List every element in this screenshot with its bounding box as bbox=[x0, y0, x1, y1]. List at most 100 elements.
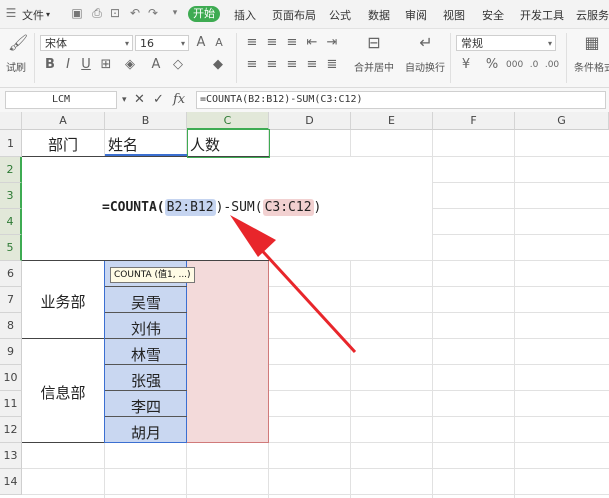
decimal-increase-icon[interactable]: .0 bbox=[526, 57, 542, 73]
formula-input[interactable]: =COUNTA(B2:B12)-SUM(C3:C12) bbox=[196, 91, 606, 109]
cell-name[interactable]: 胡月 bbox=[105, 422, 187, 443]
formula-bar: LCM ▾ ✕ ✓ fx =COUNTA(B2:B12)-SUM(C3:C12) bbox=[0, 88, 609, 113]
cell-name[interactable]: 林雪 bbox=[105, 344, 187, 365]
thousands-icon[interactable]: 000 bbox=[506, 57, 523, 73]
align-center-icon[interactable]: ≡ bbox=[264, 57, 280, 73]
row-header-14[interactable]: 14 bbox=[0, 469, 22, 495]
format-painter-label[interactable]: 试刷 bbox=[6, 59, 26, 74]
column-header-e[interactable]: E bbox=[351, 112, 433, 130]
column-header-b[interactable]: B bbox=[105, 112, 187, 130]
percent-icon[interactable]: % bbox=[484, 57, 500, 73]
indent-decrease-icon[interactable]: ⇤ bbox=[304, 35, 320, 51]
name-box-chevron-icon[interactable]: ▾ bbox=[122, 92, 127, 108]
decrease-font-icon[interactable]: A bbox=[211, 35, 227, 51]
align-middle-icon[interactable]: ≡ bbox=[264, 35, 280, 51]
save-icon[interactable]: ▣ bbox=[70, 6, 84, 20]
tab-developer[interactable]: 开发工具 bbox=[520, 7, 564, 23]
cell-b1[interactable]: 姓名 bbox=[108, 134, 138, 155]
quick-access-chevron-icon[interactable]: ▾ bbox=[168, 6, 182, 20]
align-right-icon[interactable]: ≡ bbox=[284, 57, 300, 73]
tab-page-layout[interactable]: 页面布局 bbox=[272, 7, 316, 23]
font-color-icon[interactable]: A bbox=[148, 57, 164, 73]
distribute-icon[interactable]: ≣ bbox=[324, 57, 340, 73]
cell-department[interactable]: 信息部 bbox=[22, 382, 104, 403]
formula-prefix: =COUNTA( bbox=[102, 200, 165, 215]
ribbon-divider bbox=[450, 33, 451, 83]
clear-icon[interactable]: ◇ bbox=[170, 57, 186, 73]
row-header-1[interactable]: 1 bbox=[0, 130, 22, 157]
insert-function-icon[interactable]: fx bbox=[173, 92, 185, 108]
print-icon[interactable]: ⎙ bbox=[90, 6, 104, 20]
bold-icon[interactable]: B bbox=[42, 57, 58, 73]
row-header-5[interactable]: 5 bbox=[0, 235, 22, 261]
file-menu-chevron-icon[interactable]: ▾ bbox=[46, 10, 50, 19]
gridline bbox=[104, 443, 105, 498]
merge-center-icon[interactable]: ⊟ bbox=[366, 35, 382, 51]
conditional-format-label[interactable]: 条件格式 bbox=[574, 59, 609, 74]
row-header-9[interactable]: 9 bbox=[0, 339, 22, 365]
column-header-f[interactable]: F bbox=[433, 112, 515, 130]
row-header-10[interactable]: 10 bbox=[0, 365, 22, 391]
in-cell-formula[interactable]: =COUNTA(B2:B12)-SUM(C3:C12) bbox=[102, 199, 321, 216]
merge-center-label[interactable]: 合并居中 bbox=[354, 59, 394, 74]
row-header-4[interactable]: 4 bbox=[0, 209, 22, 235]
menu-icon[interactable]: ☰ bbox=[4, 6, 18, 20]
increase-font-icon[interactable]: A bbox=[193, 35, 209, 51]
italic-icon[interactable]: I bbox=[60, 57, 76, 73]
align-left-icon[interactable]: ≡ bbox=[244, 57, 260, 73]
wrap-text-icon[interactable]: ↵ bbox=[418, 35, 434, 51]
row-header-2[interactable]: 2 bbox=[0, 157, 22, 183]
wrap-text-label[interactable]: 自动换行 bbox=[405, 59, 445, 74]
cancel-icon[interactable]: ✕ bbox=[134, 92, 145, 108]
row-header-6[interactable]: 6 bbox=[0, 261, 22, 287]
currency-icon[interactable]: ¥ bbox=[458, 57, 474, 73]
tab-start[interactable]: 开始 bbox=[188, 6, 220, 22]
cell-name[interactable]: 刘伟 bbox=[105, 318, 187, 339]
confirm-icon[interactable]: ✓ bbox=[153, 92, 164, 108]
border-icon[interactable]: ⊞ bbox=[98, 57, 114, 73]
row-header-3[interactable]: 3 bbox=[0, 183, 22, 209]
tab-view[interactable]: 视图 bbox=[443, 7, 465, 23]
conditional-format-icon[interactable]: ▦ bbox=[584, 35, 600, 51]
tab-review[interactable]: 审阅 bbox=[405, 7, 427, 23]
select-all-corner[interactable] bbox=[0, 112, 22, 130]
column-header-a[interactable]: A bbox=[22, 112, 105, 130]
indent-increase-icon[interactable]: ⇥ bbox=[324, 35, 340, 51]
cell-a1[interactable]: 部门 bbox=[22, 134, 104, 155]
column-header-d[interactable]: D bbox=[269, 112, 351, 130]
tab-data[interactable]: 数据 bbox=[368, 7, 390, 23]
cell-department[interactable]: 业务部 bbox=[22, 291, 104, 312]
file-menu[interactable]: 文件 bbox=[22, 7, 44, 23]
justify-icon[interactable]: ≡ bbox=[304, 57, 320, 73]
align-top-icon[interactable]: ≡ bbox=[244, 35, 260, 51]
cell-name[interactable]: 李四 bbox=[105, 396, 187, 417]
cell-c1[interactable]: 人数 bbox=[190, 134, 220, 155]
cell-name[interactable]: 张强 bbox=[105, 370, 187, 391]
tab-security[interactable]: 安全 bbox=[482, 7, 504, 23]
font-size-select[interactable]: 16 ▾ bbox=[135, 35, 189, 51]
print-preview-icon[interactable]: ⊡ bbox=[108, 6, 122, 20]
column-header-g[interactable]: G bbox=[515, 112, 609, 130]
underline-icon[interactable]: U bbox=[78, 57, 94, 73]
row-header-7[interactable]: 7 bbox=[0, 287, 22, 313]
gridline bbox=[269, 286, 609, 287]
tab-insert[interactable]: 插入 bbox=[234, 7, 256, 23]
decimal-decrease-icon[interactable]: .00 bbox=[544, 57, 560, 73]
tab-cloud-service[interactable]: 云服务 bbox=[576, 7, 609, 23]
row-header-11[interactable]: 11 bbox=[0, 391, 22, 417]
tab-formulas[interactable]: 公式 bbox=[329, 7, 351, 23]
row-header-8[interactable]: 8 bbox=[0, 313, 22, 339]
column-header-c[interactable]: C bbox=[187, 112, 269, 130]
cell-name[interactable]: 吴雪 bbox=[105, 292, 187, 313]
row-header-12[interactable]: 12 bbox=[0, 417, 22, 443]
fill-color-icon[interactable]: ◈ bbox=[122, 57, 138, 73]
eraser-icon[interactable]: ◆ bbox=[210, 57, 226, 73]
format-painter-icon[interactable]: 🖌 bbox=[8, 35, 28, 51]
undo-icon[interactable]: ↶ bbox=[128, 6, 142, 20]
name-box[interactable]: LCM bbox=[5, 91, 117, 109]
align-bottom-icon[interactable]: ≡ bbox=[284, 35, 300, 51]
font-name-select[interactable]: 宋体 ▾ bbox=[40, 35, 133, 51]
number-format-select[interactable]: 常规 ▾ bbox=[456, 35, 556, 51]
row-header-13[interactable]: 13 bbox=[0, 443, 22, 469]
redo-icon[interactable]: ↷ bbox=[146, 6, 160, 20]
